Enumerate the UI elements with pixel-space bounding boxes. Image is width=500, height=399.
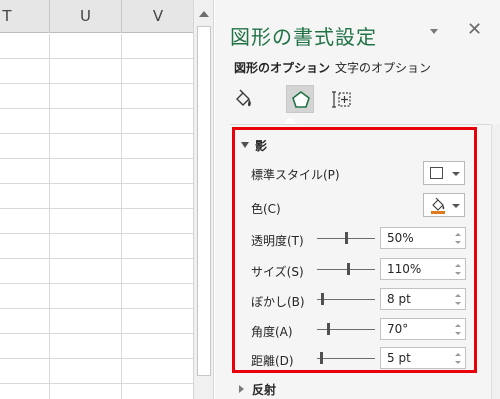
slider-thumb[interactable]: [347, 263, 350, 275]
blur-input[interactable]: 8 pt: [380, 288, 466, 310]
spin-up-icon[interactable]: [455, 264, 461, 267]
distance-input[interactable]: 5 pt: [380, 347, 466, 369]
preset-label: 標準スタイル(P): [251, 168, 340, 182]
color-picker-button[interactable]: [423, 193, 465, 217]
column-header-v[interactable]: V: [122, 0, 193, 33]
spin-down-icon[interactable]: [455, 361, 461, 364]
blur-label: ぼかし(B): [251, 295, 305, 309]
category-icon-row: [230, 85, 490, 117]
reflection-section-title: 反射: [252, 383, 277, 397]
tab-text-options[interactable]: 文字のオプション: [335, 59, 431, 76]
scrollbar-thumb[interactable]: [197, 26, 211, 376]
shadow-section: 影 標準スタイル(P) 色(C) 透明度(T) 50% サイズ(S) 110% …: [232, 127, 477, 373]
distance-label: 距離(D): [251, 354, 294, 368]
slider-thumb[interactable]: [320, 352, 323, 364]
effects-icon[interactable]: [286, 85, 314, 113]
angle-slider[interactable]: [317, 322, 375, 336]
slider-thumb[interactable]: [327, 323, 330, 335]
transparency-input[interactable]: 50%: [380, 227, 466, 249]
shadow-section-title: 影: [255, 139, 268, 153]
column-headers: T U V: [0, 0, 193, 33]
fill-line-icon[interactable]: [230, 85, 258, 113]
spin-up-icon[interactable]: [455, 353, 461, 356]
spin-up-icon[interactable]: [455, 324, 461, 327]
shadow-section-header[interactable]: 影: [241, 137, 267, 154]
preset-swatch: [430, 167, 443, 179]
spin-up-icon[interactable]: [455, 233, 461, 236]
color-label: 色(C): [251, 202, 281, 216]
reflection-section-header[interactable]: 反射: [239, 381, 276, 398]
worksheet-area[interactable]: T U V: [0, 0, 193, 399]
pane-options-dropdown-icon[interactable]: [430, 29, 438, 34]
format-shape-pane: 図形の書式設定 ✕ 図形のオプション 文字のオプション 影 標準スタイル(P) …: [215, 0, 500, 399]
size-label: サイズ(S): [251, 265, 304, 279]
column-header-t[interactable]: T: [0, 0, 50, 33]
paint-bucket-icon: [431, 197, 445, 214]
pane-vertical-scrollbar[interactable]: [491, 124, 500, 399]
transparency-label: 透明度(T): [251, 234, 304, 248]
size-properties-icon[interactable]: [328, 85, 356, 113]
spin-down-icon[interactable]: [455, 332, 461, 335]
preset-picker-button[interactable]: [423, 161, 465, 185]
chevron-down-icon: [452, 172, 460, 176]
cell-grid[interactable]: [0, 34, 193, 399]
angle-label: 角度(A): [251, 325, 293, 339]
worksheet-vertical-scrollbar[interactable]: [193, 0, 214, 399]
close-icon[interactable]: ✕: [467, 19, 482, 40]
spin-down-icon[interactable]: [455, 272, 461, 275]
distance-slider[interactable]: [317, 351, 375, 365]
spin-down-icon[interactable]: [455, 241, 461, 244]
angle-input[interactable]: 70°: [380, 318, 466, 340]
slider-thumb[interactable]: [345, 232, 348, 244]
size-slider[interactable]: [317, 262, 375, 276]
slider-thumb[interactable]: [321, 293, 324, 305]
scroll-up-icon[interactable]: [199, 11, 209, 17]
size-input[interactable]: 110%: [380, 258, 466, 280]
spin-down-icon[interactable]: [455, 302, 461, 305]
pane-title: 図形の書式設定: [230, 25, 377, 49]
spin-up-icon[interactable]: [455, 294, 461, 297]
tab-shape-options[interactable]: 図形のオプション: [234, 59, 330, 76]
column-header-u[interactable]: U: [50, 0, 122, 33]
chevron-down-icon: [452, 204, 460, 208]
expand-triangle-icon: [239, 385, 244, 393]
pane-divider: [230, 124, 490, 125]
transparency-slider[interactable]: [317, 231, 375, 245]
blur-slider[interactable]: [317, 292, 375, 306]
collapse-triangle-icon: [241, 142, 249, 148]
